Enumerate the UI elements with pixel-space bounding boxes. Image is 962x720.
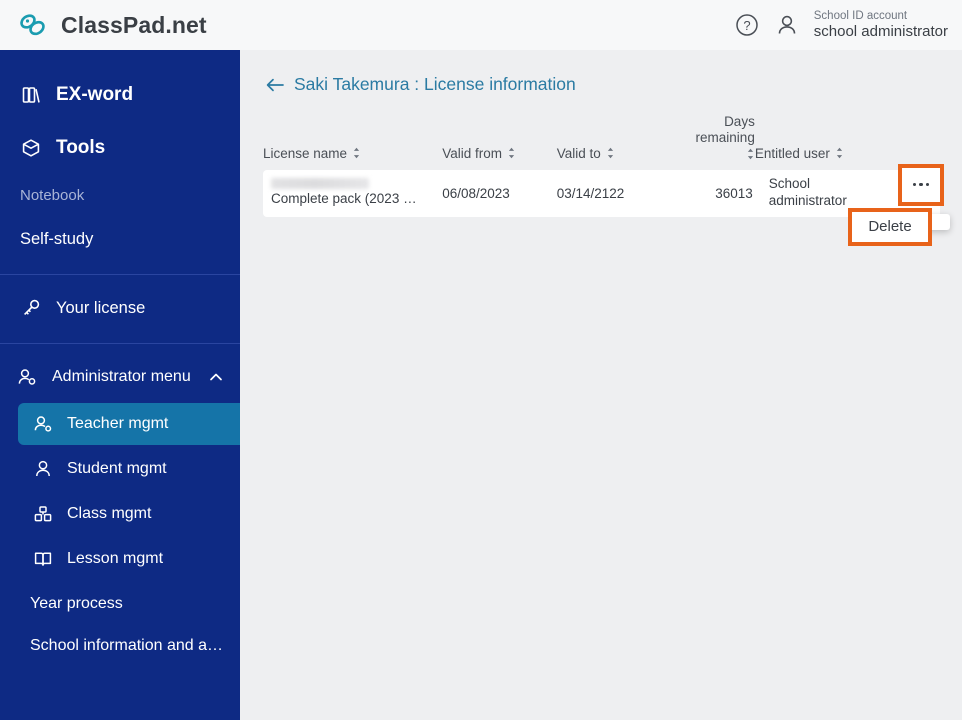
license-table: License name Valid from Valid to Days re… bbox=[240, 114, 962, 246]
sidebar-item-school-information[interactable]: School information and a… bbox=[0, 625, 240, 667]
column-header-label: License name bbox=[263, 145, 348, 161]
sort-updown-icon[interactable] bbox=[606, 146, 615, 160]
sidebar-item-label: School information and a… bbox=[30, 637, 223, 654]
column-header-valid-from[interactable]: Valid from bbox=[442, 146, 557, 161]
actions-dropdown: Delete bbox=[848, 207, 950, 246]
sidebar-item-self-study[interactable]: Self-study bbox=[0, 216, 240, 262]
arrow-left-icon[interactable] bbox=[265, 76, 285, 94]
toolbox-icon bbox=[20, 137, 42, 159]
page-header: Saki Takemura : License information bbox=[240, 50, 962, 95]
person-icon[interactable] bbox=[774, 12, 800, 38]
sidebar-item-tools[interactable]: Tools bbox=[0, 121, 240, 174]
cell-entitled-user: School administrator bbox=[768, 176, 847, 209]
svg-text:?: ? bbox=[743, 18, 750, 33]
account-name: school administrator bbox=[813, 22, 948, 40]
sidebar-item-class-mgmt[interactable]: Class mgmt bbox=[18, 493, 240, 535]
sort-updown-icon[interactable] bbox=[746, 147, 755, 161]
sidebar-item-label: Student mgmt bbox=[67, 460, 167, 477]
sidebar-group-administrator-menu[interactable]: Administrator menu bbox=[0, 354, 240, 400]
cell-valid-to: 03/14/2122 bbox=[556, 185, 625, 201]
sidebar-item-label: Year process bbox=[30, 595, 123, 612]
sort-updown-icon[interactable] bbox=[507, 146, 516, 160]
sidebar-item-label: Self-study bbox=[20, 229, 94, 248]
cell-valid-from: 06/08/2023 bbox=[442, 185, 510, 201]
app-root: ClassPad.net ? School ID account school … bbox=[0, 0, 962, 720]
column-header-label-line2: remaining bbox=[695, 129, 755, 145]
help-circle-icon[interactable]: ? bbox=[734, 12, 760, 38]
kebab-menu-icon bbox=[912, 182, 930, 187]
cell-days-remaining: 36013 bbox=[715, 185, 753, 201]
column-header-valid-to[interactable]: Valid to bbox=[557, 146, 672, 161]
column-header-label: Valid to bbox=[556, 145, 601, 161]
sidebar-item-student-mgmt[interactable]: Student mgmt bbox=[18, 448, 240, 490]
sort-updown-icon[interactable] bbox=[835, 146, 844, 160]
chain-link-icon bbox=[16, 10, 50, 40]
key-icon bbox=[20, 297, 42, 319]
sidebar-item-teacher-mgmt[interactable]: Teacher mgmt bbox=[18, 403, 240, 445]
account-info[interactable]: School ID account school administrator bbox=[814, 10, 948, 40]
kebab-menu-button[interactable] bbox=[898, 163, 944, 206]
class-icon bbox=[32, 503, 54, 525]
sidebar-item-ex-word[interactable]: EX-word bbox=[0, 68, 240, 121]
license-name-text: Complete pack (2023 … bbox=[271, 191, 417, 207]
sidebar-group-label: Administrator menu bbox=[52, 368, 191, 385]
sidebar-item-label: Tools bbox=[56, 136, 106, 158]
sort-updown-icon[interactable] bbox=[352, 146, 361, 160]
sidebar-top-section: EX-word Tools Notebook Self-study bbox=[0, 50, 240, 262]
brand-name: ClassPad.net bbox=[61, 11, 207, 38]
table-header-row: License name Valid from Valid to Days re… bbox=[263, 114, 940, 170]
redacted-license-name bbox=[271, 178, 369, 190]
brand[interactable]: ClassPad.net bbox=[0, 10, 207, 40]
sidebar-item-label: EX-word bbox=[56, 83, 134, 105]
table-row[interactable]: Complete pack (2023 … 06/08/2023 03/14/2… bbox=[263, 163, 950, 246]
dropdown-item-label: Delete bbox=[868, 218, 912, 236]
student-icon bbox=[32, 458, 54, 480]
teacher-icon bbox=[32, 413, 54, 435]
sidebar-item-label: Your license bbox=[56, 298, 146, 317]
admin-person-icon bbox=[16, 366, 38, 388]
sidebar-item-your-license[interactable]: Your license bbox=[0, 285, 240, 331]
column-header-label: Valid from bbox=[442, 145, 502, 161]
sidebar-item-label: Lesson mgmt bbox=[67, 550, 164, 567]
column-header-license-name[interactable]: License name bbox=[263, 146, 442, 161]
books-icon bbox=[20, 84, 42, 106]
dropdown-item-delete[interactable]: Delete bbox=[848, 207, 932, 246]
page-title: Saki Takemura : License information bbox=[294, 74, 576, 94]
cell-license-name: Complete pack (2023 … bbox=[263, 178, 442, 208]
sidebar-item-year-process[interactable]: Year process bbox=[0, 583, 240, 625]
sidebar-item-lesson-mgmt[interactable]: Lesson mgmt bbox=[18, 538, 240, 580]
chevron-up-icon[interactable] bbox=[208, 369, 224, 385]
book-open-icon bbox=[32, 548, 54, 570]
column-header-entitled-user[interactable]: Entitled user bbox=[755, 146, 884, 161]
top-header: ClassPad.net ? School ID account school … bbox=[0, 0, 962, 50]
column-header-label: Entitled user bbox=[754, 145, 830, 161]
main-content: Saki Takemura : License information Lice… bbox=[240, 50, 962, 720]
column-header-label-line1: Days bbox=[724, 114, 755, 129]
sidebar-item-label: Class mgmt bbox=[67, 505, 152, 522]
sidebar-item-label: Notebook bbox=[20, 186, 85, 204]
account-kind: School ID account bbox=[813, 9, 908, 22]
sidebar-item-notebook[interactable]: Notebook bbox=[0, 174, 240, 216]
sidebar-divider-1 bbox=[0, 274, 240, 275]
column-header-days-remaining[interactable]: Days remaining bbox=[671, 114, 755, 161]
header-right: ? School ID account school administrator bbox=[734, 10, 962, 40]
sidebar-divider-2 bbox=[0, 343, 240, 344]
sidebar-item-label: Teacher mgmt bbox=[67, 415, 169, 432]
sidebar: EX-word Tools Notebook Self-study Your l… bbox=[0, 50, 240, 720]
